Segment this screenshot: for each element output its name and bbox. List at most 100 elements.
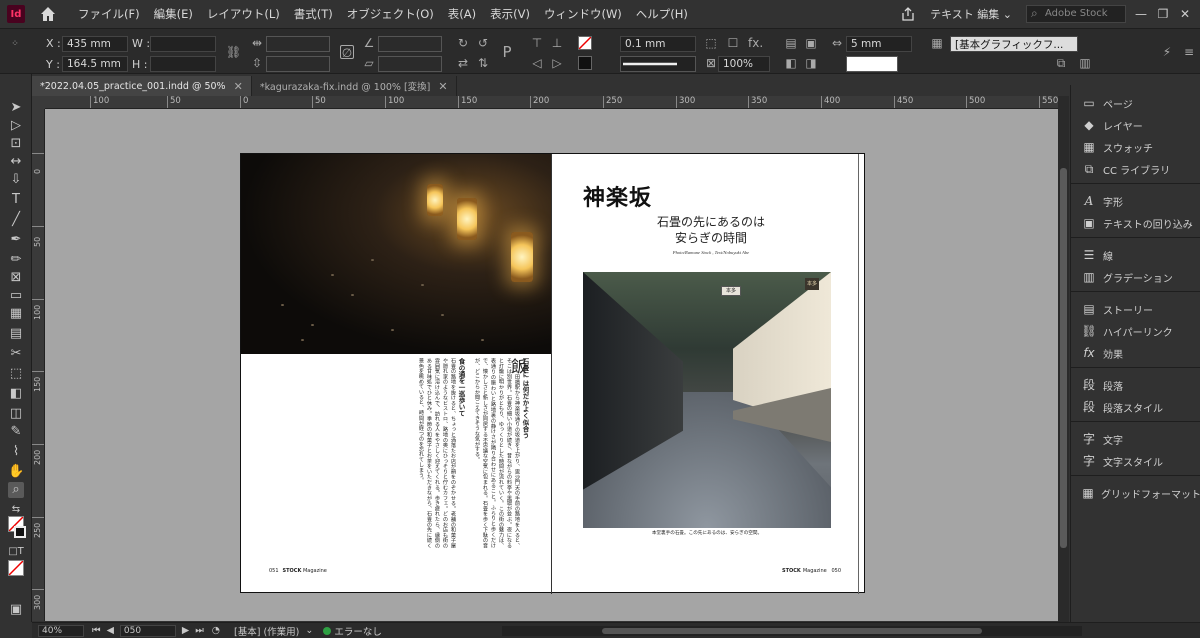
ruler-origin[interactable]: [32, 96, 45, 109]
panel-grid-format[interactable]: ▦ グリッドフォーマット: [1071, 483, 1200, 503]
preflight-status[interactable]: エラーなし: [323, 624, 382, 638]
constrain-proportions-icon[interactable]: ⛓: [226, 45, 241, 59]
close-window-button[interactable]: ✕: [1178, 7, 1192, 21]
panel-pages[interactable]: ▭ ページ: [1071, 93, 1200, 113]
working-style-label[interactable]: [基本] (作業用): [234, 624, 299, 638]
panel-text-wrap[interactable]: ▣ テキストの回り込み: [1071, 213, 1200, 233]
reference-point-icon[interactable]: ⁘: [8, 37, 22, 51]
stroke-color-icon[interactable]: [14, 526, 26, 538]
page-number-field[interactable]: 050: [119, 624, 176, 637]
menu-table[interactable]: 表(A): [441, 6, 483, 22]
note-tool-icon[interactable]: ✎: [8, 424, 24, 440]
stroke-type-dropdown[interactable]: [620, 56, 696, 72]
zoom-tool-icon[interactable]: ⌕: [8, 482, 24, 498]
opacity-field[interactable]: 100%: [718, 56, 770, 72]
object-style-dropdown[interactable]: [基本グラフィックフ...: [950, 36, 1078, 52]
panel-cc-libraries[interactable]: ⧉ CC ライブラリ: [1071, 159, 1200, 179]
horizontal-ruler[interactable]: 100 50 0 50 100 150 200 250 300 350 400 …: [45, 96, 1058, 109]
menu-window[interactable]: ウィンドウ(W): [537, 6, 629, 22]
rotate-dropdown[interactable]: [378, 36, 442, 52]
clear-overrides-icon[interactable]: ▥: [1078, 56, 1092, 70]
night-lantern-photo[interactable]: [241, 154, 551, 354]
menu-help[interactable]: ヘルプ(H): [629, 6, 695, 22]
horizontal-scrollbar[interactable]: [502, 626, 1082, 636]
panel-menu-icon[interactable]: ≡: [1182, 45, 1196, 59]
panel-story[interactable]: ▤ ストーリー: [1071, 299, 1200, 319]
flip-h-icon[interactable]: ⇄: [456, 56, 470, 70]
panel-character-styles[interactable]: 字文字スタイル: [1071, 451, 1200, 471]
home-icon[interactable]: [39, 5, 57, 23]
last-page-icon[interactable]: ⏭: [195, 625, 204, 636]
stroke-weight-field[interactable]: 0.1 mm: [620, 36, 696, 52]
pen-tool-icon[interactable]: ✒: [8, 232, 24, 248]
panel-hyperlinks[interactable]: ⛓ ハイパーリンク: [1071, 321, 1200, 341]
tab-practice-doc[interactable]: *2022.04.05_practice_001.indd @ 50% ✕: [32, 76, 252, 96]
type-tool-icon[interactable]: T: [8, 192, 24, 208]
select-prev-icon[interactable]: ◁: [530, 56, 544, 70]
panel-gradient[interactable]: ▥ グラデーション: [1071, 267, 1200, 287]
x-position-field[interactable]: 435 mm: [62, 36, 128, 52]
menu-type[interactable]: 書式(T): [287, 6, 340, 22]
tab-kagurazaka-doc[interactable]: *kagurazaka-fix.indd @ 100% [変換] ✕: [252, 76, 457, 96]
rectangle-tool-icon[interactable]: ▭: [8, 288, 24, 304]
align-icon[interactable]: ◧: [784, 56, 798, 70]
minimize-button[interactable]: —: [1134, 7, 1148, 21]
formatting-affects-container-icon[interactable]: □T: [8, 544, 24, 560]
stroke-swatch-icon[interactable]: [578, 56, 592, 70]
hand-tool-icon[interactable]: ✋: [8, 464, 24, 480]
distribute-icon[interactable]: ◨: [804, 56, 818, 70]
width-field[interactable]: [150, 36, 216, 52]
select-content-icon[interactable]: ⊥: [550, 36, 564, 50]
vertical-ruler[interactable]: 0 50 100 150 200 250 300: [32, 109, 45, 621]
chevron-down-icon[interactable]: ⌄: [305, 625, 313, 636]
menu-edit[interactable]: 編集(E): [147, 6, 200, 22]
apply-none-icon[interactable]: [8, 560, 24, 576]
prev-page-icon[interactable]: ◀: [107, 625, 114, 636]
menu-view[interactable]: 表示(V): [483, 6, 537, 22]
gap-tool-icon[interactable]: ↔: [8, 154, 24, 170]
height-field[interactable]: [150, 56, 216, 72]
y-position-field[interactable]: 164.5 mm: [62, 56, 128, 72]
gradient-feather-tool-icon[interactable]: ◫: [8, 406, 24, 422]
alley-photo[interactable]: 本多 本多: [583, 272, 831, 528]
scroll-thumb[interactable]: [602, 628, 982, 634]
gradient-swatch-tool-icon[interactable]: ◧: [8, 386, 24, 402]
panel-glyphs[interactable]: A 字形: [1071, 191, 1200, 211]
gap-field[interactable]: 5 mm: [846, 36, 912, 52]
scale-x-dropdown[interactable]: [266, 36, 330, 52]
open-page-icon[interactable]: ◔: [212, 625, 220, 636]
frame-grid-tool-icon[interactable]: ▦: [8, 306, 24, 322]
select-next-icon[interactable]: ▷: [550, 56, 564, 70]
line-tool-icon[interactable]: ╱: [8, 212, 24, 228]
panel-layers[interactable]: ◆ レイヤー: [1071, 115, 1200, 135]
panel-paragraph[interactable]: 段段落: [1071, 375, 1200, 395]
style-options-icon[interactable]: ⧉: [1054, 56, 1068, 70]
eyedropper-tool-icon[interactable]: ⌇: [8, 444, 24, 460]
close-icon[interactable]: ✕: [438, 80, 447, 93]
scroll-thumb[interactable]: [1060, 168, 1067, 548]
frame-fit-icon[interactable]: ⬚: [704, 36, 718, 50]
fill-none-swatch-icon[interactable]: [578, 36, 592, 50]
panel-character[interactable]: 字文字: [1071, 429, 1200, 449]
select-container-icon[interactable]: ⊤: [530, 36, 544, 50]
direct-selection-tool-icon[interactable]: ▷: [8, 118, 24, 134]
photo-caption[interactable]: 本堂裏手の石畳。この先にあるのは、安らぎの空間。: [583, 530, 831, 536]
workspace-switcher[interactable]: テキスト 編集 ⌄: [924, 4, 1018, 24]
menu-file[interactable]: ファイル(F): [71, 6, 147, 22]
photo-credit[interactable]: Photo/Ramune Stock , Text/Nobuyuki Abe: [621, 250, 801, 255]
scissors-tool-icon[interactable]: ✂: [8, 346, 24, 362]
vertical-scrollbar[interactable]: [1058, 96, 1069, 622]
rotate-ccw-icon[interactable]: ↺: [476, 36, 490, 50]
panel-paragraph-styles[interactable]: 段段落スタイル: [1071, 397, 1200, 417]
scale-y-dropdown[interactable]: [266, 56, 330, 72]
quick-apply-icon[interactable]: ⚡: [1160, 45, 1174, 59]
close-icon[interactable]: ✕: [234, 80, 243, 93]
document-spread[interactable]: 石畳に は何だかよく似合う 飯田橋駅から神楽坂通りの坂道を上がり、毘沙門天の手前…: [240, 153, 865, 594]
adobe-stock-search[interactable]: Adobe Stock: [1026, 5, 1126, 23]
page-tool-icon[interactable]: ⊡: [8, 136, 24, 152]
panel-stroke[interactable]: ☰ 線: [1071, 245, 1200, 265]
maximize-button[interactable]: ❐: [1156, 7, 1170, 21]
text-wrap-none-icon[interactable]: ▤: [784, 36, 798, 50]
shear-dropdown[interactable]: [378, 56, 442, 72]
zoom-level-field[interactable]: 40%: [38, 624, 84, 637]
